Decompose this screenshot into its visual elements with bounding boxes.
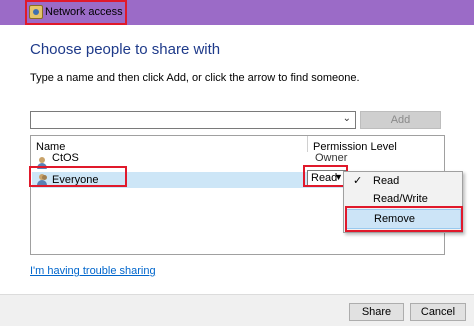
row-permission: Owner [315, 152, 348, 164]
page-heading: Choose people to share with [30, 41, 221, 58]
checkmark-icon: ✓ [353, 175, 363, 187]
instructions-text: Type a name and then click Add, or click… [30, 72, 360, 84]
title-highlight-box [25, 0, 127, 25]
name-combo-input[interactable]: ⌄ [30, 111, 356, 129]
remove-highlight-box [345, 206, 463, 232]
title-bar: Network access [0, 0, 474, 25]
network-access-dialog: Network access Choose people to share wi… [0, 0, 474, 326]
menu-item-label: Read/Write [373, 193, 428, 205]
permission-highlight-box [303, 165, 348, 187]
column-divider[interactable] [307, 136, 308, 152]
everyone-highlight-box [29, 166, 127, 187]
chevron-down-icon[interactable]: ⌄ [343, 113, 351, 124]
trouble-sharing-link[interactable]: I'm having trouble sharing [30, 265, 156, 277]
menu-item-label: Read [373, 175, 400, 187]
row-name: CtOS [52, 152, 79, 164]
add-button[interactable]: Add [360, 111, 441, 129]
share-button[interactable]: Share [349, 303, 404, 321]
dialog-footer: Share Cancel [0, 294, 474, 326]
cancel-button[interactable]: Cancel [410, 303, 466, 321]
menu-item-read[interactable]: ✓ Read [345, 172, 461, 190]
